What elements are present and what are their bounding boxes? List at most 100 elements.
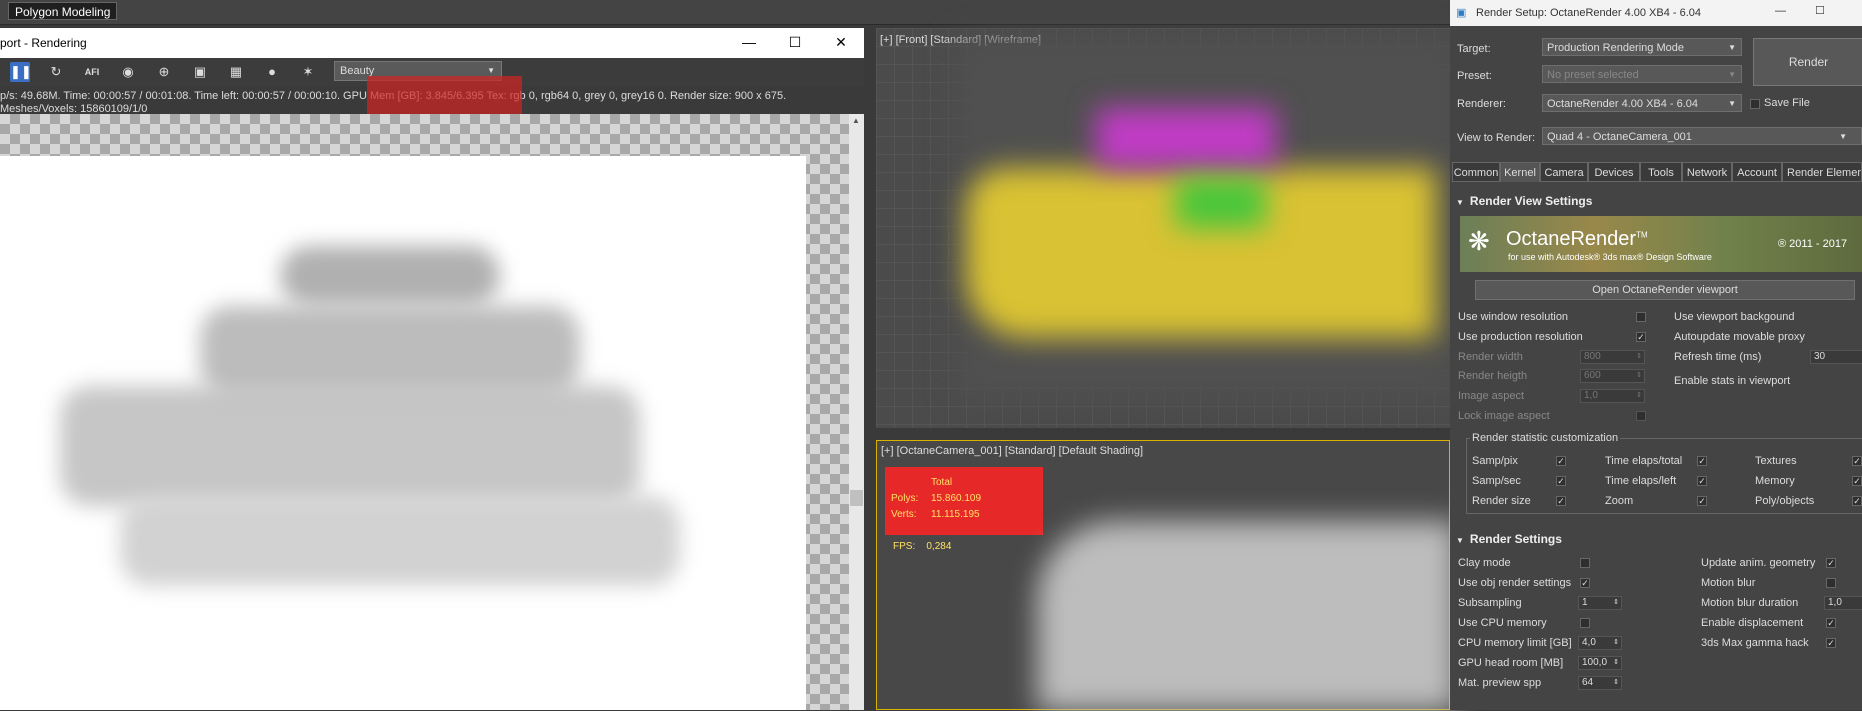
frame-scrollbar[interactable]: ▲ [849,114,864,710]
viewport-front[interactable]: [+] [Front] [Standard] [Wireframe] [876,28,1456,428]
use-prod-res-label: Use production resolution [1458,331,1583,343]
gamma-hack-checkbox[interactable]: ✓ [1826,638,1836,648]
stat-poly-objects-label: Poly/objects [1755,495,1815,507]
render-width-spinner[interactable]: 800 ⇕ [1580,350,1645,364]
app-icon: ▣ [1456,7,1467,19]
mat-preview-label: Mat. preview spp [1458,677,1542,689]
stat-samp-pix-checkbox[interactable]: ✓ [1556,456,1566,466]
gpu-head-spinner[interactable]: 100,0 ⇕ [1578,656,1622,670]
scrollbar-thumb[interactable] [850,490,863,506]
stat-zoom-label: Zoom [1605,495,1634,507]
octane-logo-icon: ❋ [1468,226,1490,256]
motion-blur-checkbox[interactable] [1826,578,1836,588]
open-octane-viewport-button[interactable]: Open OctaneRender viewport [1475,280,1855,300]
minimize-icon[interactable]: — [1775,5,1786,17]
banner-years: ® 2011 - 2017 [1778,238,1848,250]
stat-poly-objects-checkbox[interactable]: ✓ [1852,496,1862,506]
enable-disp-checkbox[interactable]: ✓ [1826,618,1836,628]
autoupdate-label: Autoupdate movable proxy [1674,331,1805,343]
render-button[interactable]: Render [1753,38,1862,86]
use-prod-res-checkbox[interactable]: ✓ [1636,332,1646,342]
collapse-icon: ▼ [1456,198,1464,207]
lock-aspect-label: Lock image aspect [1458,410,1550,422]
monitor-icon[interactable]: ▣ [190,62,210,82]
film-icon[interactable]: ▦ [226,62,246,82]
chevron-down-icon: ▼ [1728,43,1736,52]
stat-render-size-checkbox[interactable]: ✓ [1556,496,1566,506]
tab-render-elements[interactable]: Render Elements [1782,162,1862,182]
subsampling-spinner[interactable]: 1 ⇕ [1578,596,1622,610]
stat-samp-sec-label: Samp/sec [1472,475,1521,487]
viewport-camera[interactable]: [+] [OctaneCamera_001] [Standard] [Defau… [876,440,1457,711]
boat-deck-shape [200,306,580,396]
stat-textures-checkbox[interactable]: ✓ [1852,456,1862,466]
cpu-limit-spinner[interactable]: 4,0 ⇕ [1578,636,1622,650]
frame-window-title: port - Rendering [0,36,87,50]
tab-camera[interactable]: Camera [1540,162,1588,182]
gpu-head-label: GPU head room [MB] [1458,657,1564,669]
boat-camera-render [1037,521,1457,711]
viewport-stats-overlay: Total Polys: 15.860.109 Verts: 11.115.19… [885,467,1043,535]
stat-time-total-checkbox[interactable]: ✓ [1697,456,1707,466]
stat-time-left-checkbox[interactable]: ✓ [1697,476,1707,486]
color-icon[interactable]: ◉ [118,62,138,82]
preset-select[interactable]: No preset selected ▼ [1542,65,1742,83]
tab-network[interactable]: Network [1682,162,1732,182]
stat-textures-label: Textures [1755,455,1797,467]
mat-preview-spinner[interactable]: 64 ⇕ [1578,676,1622,690]
use-window-res-checkbox[interactable] [1636,312,1646,322]
stat-render-size-label: Render size [1472,495,1531,507]
image-aspect-spinner[interactable]: 1,0 ⇕ [1580,389,1645,403]
enable-stats-label: Enable stats in viewport [1674,375,1791,387]
clay-mode-checkbox[interactable] [1580,558,1590,568]
target-select[interactable]: Production Rendering Mode ▼ [1542,38,1742,56]
collapse-icon: ▼ [1456,536,1464,545]
tab-kernel[interactable]: Kernel [1500,162,1540,182]
render-setup-dialog: ▣ Render Setup: OctaneRender 4.00 XB4 - … [1450,0,1862,710]
tab-devices[interactable]: Devices [1588,162,1640,182]
minimize-icon[interactable]: — [734,32,764,52]
close-icon[interactable]: ✕ [826,32,856,52]
settings-icon[interactable]: ✶ [298,62,318,82]
boat-front-magenta [1096,108,1276,168]
renderer-select[interactable]: OctaneRender 4.00 XB4 - 6.04 ▼ [1542,94,1742,112]
render-setup-title: Render Setup: OctaneRender 4.00 XB4 - 6.… [1476,7,1702,19]
tab-common[interactable]: Common [1452,162,1500,182]
stat-memory-checkbox[interactable]: ✓ [1852,476,1862,486]
tab-tools[interactable]: Tools [1640,162,1682,182]
mb-duration-spinner[interactable]: 1,0 [1824,596,1862,610]
use-vp-bg-label: Use viewport backgound [1674,311,1795,323]
refresh-time-spinner[interactable]: 30 [1810,350,1862,364]
restart-icon[interactable]: ↻ [46,62,66,82]
camera-icon[interactable]: ● [262,62,282,82]
save-file-checkbox[interactable] [1750,99,1760,109]
stat-samp-pix-label: Samp/pix [1472,455,1518,467]
section-render-settings[interactable]: ▼ Render Settings [1456,532,1562,548]
update-anim-label: Update anim. geometry [1701,557,1816,569]
afi-icon[interactable]: AFI [82,62,102,82]
enable-disp-label: Enable displacement [1701,617,1804,629]
section-render-view-settings[interactable]: ▼ Render View Settings [1456,194,1592,210]
tab-account[interactable]: Account [1732,162,1782,182]
octane-banner: ❋ OctaneRenderTM for use with Autodesk® … [1460,216,1862,272]
target-icon[interactable]: ⊕ [154,62,174,82]
stat-zoom-checkbox[interactable]: ✓ [1697,496,1707,506]
lock-aspect-checkbox[interactable] [1636,411,1646,421]
fps-readout: FPS: 0,284 [893,541,952,552]
stat-samp-sec-checkbox[interactable]: ✓ [1556,476,1566,486]
viewport-camera-label[interactable]: [+] [OctaneCamera_001] [Standard] [Defau… [881,445,1143,457]
maximize-icon[interactable]: ☐ [780,32,810,52]
boat-lower-hull-shape [120,496,680,586]
render-height-spinner[interactable]: 600 ⇕ [1580,369,1645,383]
maximize-icon[interactable]: ☐ [1815,4,1825,17]
stats-polys-label: Polys: [891,493,919,504]
ribbon-tab-polygon-modeling[interactable]: Polygon Modeling [8,2,118,20]
update-anim-checkbox[interactable]: ✓ [1826,558,1836,568]
chevron-down-icon: ▼ [1728,99,1736,108]
pause-icon[interactable]: ❚❚ [10,62,32,82]
scroll-up-icon[interactable]: ▲ [852,116,860,125]
gpu-mem-highlight [367,76,522,114]
view-to-render-select[interactable]: Quad 4 - OctaneCamera_001 ▼ [1542,127,1862,145]
use-obj-checkbox[interactable]: ✓ [1580,578,1590,588]
use-cpu-checkbox[interactable] [1580,618,1590,628]
